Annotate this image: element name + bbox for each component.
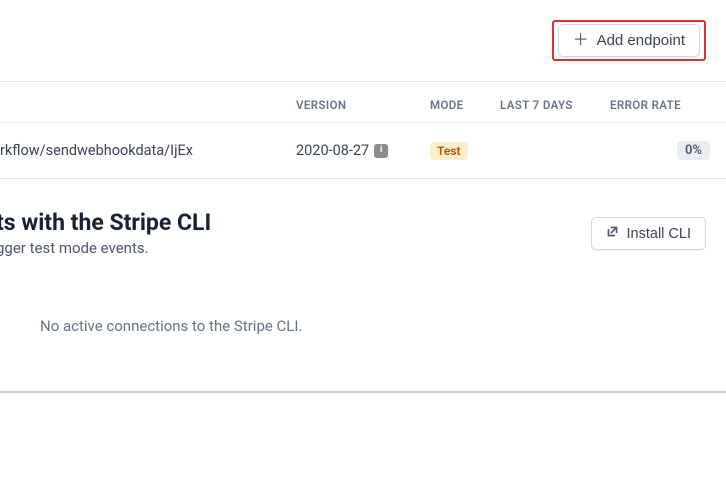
col-error-header: ERROR RATE (610, 98, 716, 112)
error-rate-badge: 0% (677, 141, 710, 160)
no-connections-message: No active connections to the Stripe CLI. (0, 277, 726, 393)
col-url-header (0, 98, 280, 112)
error-cell: 0% (610, 141, 716, 160)
cli-section: ts with the Stripe CLI gger test mode ev… (0, 179, 726, 277)
header-section: ＋ Add endpoint (0, 0, 726, 82)
version-cell: 2020-08-27 i (280, 142, 430, 159)
table-header-row: VERSION MODE LAST 7 DAYS ERROR RATE (0, 82, 726, 123)
plus-icon: ＋ (573, 33, 589, 49)
url-cell: rkflow/sendwebhookdata/IjEx (0, 142, 280, 159)
mode-cell: Test (430, 142, 500, 160)
cli-text-block: ts with the Stripe CLI gger test mode ev… (0, 209, 211, 257)
cli-subtitle: gger test mode events. (0, 239, 211, 257)
install-cli-button[interactable]: Install CLI (591, 217, 706, 250)
col-last7-header: LAST 7 DAYS (500, 98, 610, 112)
cli-title: ts with the Stripe CLI (0, 209, 211, 236)
add-endpoint-button[interactable]: ＋ Add endpoint (558, 24, 700, 57)
endpoints-table: VERSION MODE LAST 7 DAYS ERROR RATE rkfl… (0, 82, 726, 179)
install-cli-label: Install CLI (627, 226, 691, 242)
info-icon: i (374, 144, 388, 158)
mode-badge: Test (430, 142, 468, 160)
col-mode-header: MODE (430, 98, 500, 112)
col-version-header: VERSION (280, 98, 430, 112)
table-row[interactable]: rkflow/sendwebhookdata/IjEx 2020-08-27 i… (0, 123, 726, 178)
version-text: 2020-08-27 (296, 142, 369, 159)
add-endpoint-label: Add endpoint (597, 32, 685, 49)
highlight-box: ＋ Add endpoint (552, 20, 706, 61)
external-link-icon (606, 225, 619, 242)
